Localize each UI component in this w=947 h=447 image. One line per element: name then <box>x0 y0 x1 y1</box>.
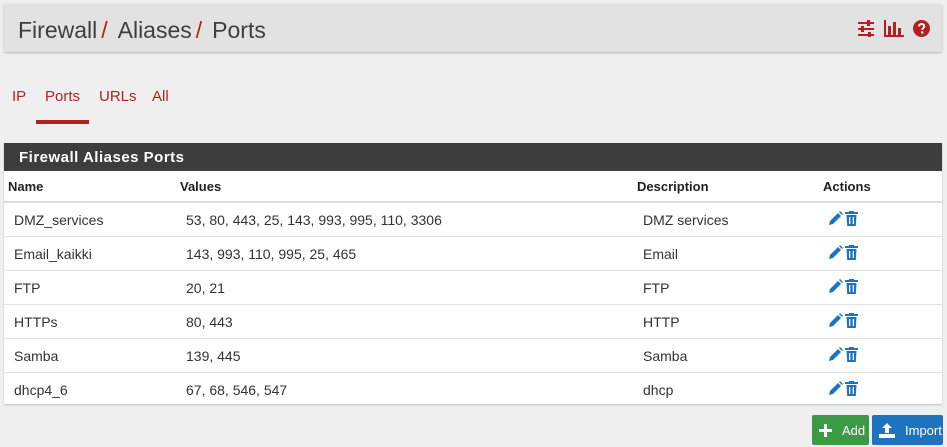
upload-icon <box>879 422 895 438</box>
edit-pencil-icon[interactable] <box>828 278 843 297</box>
panel-title: Firewall Aliases Ports <box>4 143 942 171</box>
alias-values: 20, 21 <box>180 270 637 305</box>
edit-pencil-icon[interactable] <box>828 346 843 365</box>
delete-trash-icon[interactable] <box>845 278 858 297</box>
alias-description: DMZ services <box>637 202 823 237</box>
alias-actions <box>823 270 942 305</box>
tab-ip[interactable]: IP <box>12 82 26 120</box>
alias-actions <box>823 373 942 407</box>
alias-name: FTP <box>4 270 180 305</box>
tab-urls[interactable]: URLs <box>99 82 137 120</box>
alias-values: 139, 445 <box>180 338 637 373</box>
edit-pencil-icon[interactable] <box>828 244 843 263</box>
delete-trash-icon[interactable] <box>845 210 858 229</box>
table-row[interactable]: HTTPs 80, 443 HTTP <box>4 304 942 339</box>
aliases-panel: Firewall Aliases Ports Name Values Descr… <box>4 143 942 404</box>
edit-pencil-icon[interactable] <box>828 312 843 331</box>
add-button[interactable]: Add <box>812 415 869 445</box>
help-icon[interactable] <box>913 20 930 37</box>
alias-name: Samba <box>4 338 180 373</box>
tab-ports[interactable]: Ports <box>36 82 90 124</box>
table-header-row: Name Values Description Actions <box>4 171 942 203</box>
alias-name: HTTPs <box>4 304 180 339</box>
page-header: Firewall / Aliases / Ports <box>4 4 942 52</box>
column-header-actions: Actions <box>823 171 942 203</box>
breadcrumb-aliases[interactable]: Aliases <box>118 17 192 43</box>
column-header-description[interactable]: Description <box>637 171 823 203</box>
delete-trash-icon[interactable] <box>845 312 858 331</box>
alias-description: HTTP <box>637 304 823 339</box>
alias-name: dhcp4_6 <box>14 381 68 398</box>
alias-actions <box>823 304 942 339</box>
alias-description: Email <box>637 236 823 271</box>
breadcrumb-firewall[interactable]: Firewall <box>18 17 97 43</box>
settings-sliders-icon[interactable] <box>857 20 875 37</box>
alias-values: 67, 68, 546, 547 <box>186 381 288 398</box>
import-button-label: Import <box>905 422 942 438</box>
column-header-values[interactable]: Values <box>180 171 637 203</box>
table-row[interactable]: dhcp4_6 67, 68, 546, 547 dhcp <box>4 373 942 407</box>
alias-values: 53, 80, 443, 25, 143, 993, 995, 110, 330… <box>180 202 637 237</box>
import-button[interactable]: Import <box>872 415 943 445</box>
alias-values: 80, 443 <box>180 304 637 339</box>
breadcrumb-ports: Ports <box>212 17 266 43</box>
breadcrumb: Firewall / Aliases / Ports <box>18 17 266 44</box>
alias-name: Email_kaikki <box>4 236 180 271</box>
alias-description: FTP <box>637 270 823 305</box>
alias-values: 143, 993, 110, 995, 25, 465 <box>180 236 637 271</box>
alias-actions <box>823 236 942 271</box>
edit-pencil-icon[interactable] <box>828 210 843 229</box>
breadcrumb-separator: / <box>195 17 203 43</box>
delete-trash-icon[interactable] <box>845 380 858 399</box>
table-row[interactable]: Samba 139, 445 Samba <box>4 338 942 373</box>
header-icons <box>857 20 930 37</box>
breadcrumb-separator: / <box>101 17 108 43</box>
alias-description: Samba <box>637 338 823 373</box>
delete-trash-icon[interactable] <box>845 346 858 365</box>
table-row[interactable]: DMZ_services 53, 80, 443, 25, 143, 993, 9… <box>4 202 942 237</box>
table-row[interactable]: Email_kaikki 143, 993, 110, 995, 25, 465 E… <box>4 236 942 271</box>
alias-actions <box>823 202 942 237</box>
table-row[interactable]: FTP 20, 21 FTP <box>4 270 942 305</box>
edit-pencil-icon[interactable] <box>828 380 843 399</box>
alias-actions <box>823 338 942 373</box>
plus-icon <box>819 423 832 437</box>
delete-trash-icon[interactable] <box>845 244 858 263</box>
alias-name: DMZ_services <box>4 202 180 237</box>
aliases-table: Name Values Description Actions DMZ_serv… <box>4 171 942 406</box>
alias-description: dhcp <box>643 381 674 398</box>
column-header-name[interactable]: Name <box>4 171 180 203</box>
bar-chart-icon[interactable] <box>884 20 904 37</box>
tab-all[interactable]: All <box>152 82 169 120</box>
add-button-label: Add <box>842 422 866 438</box>
